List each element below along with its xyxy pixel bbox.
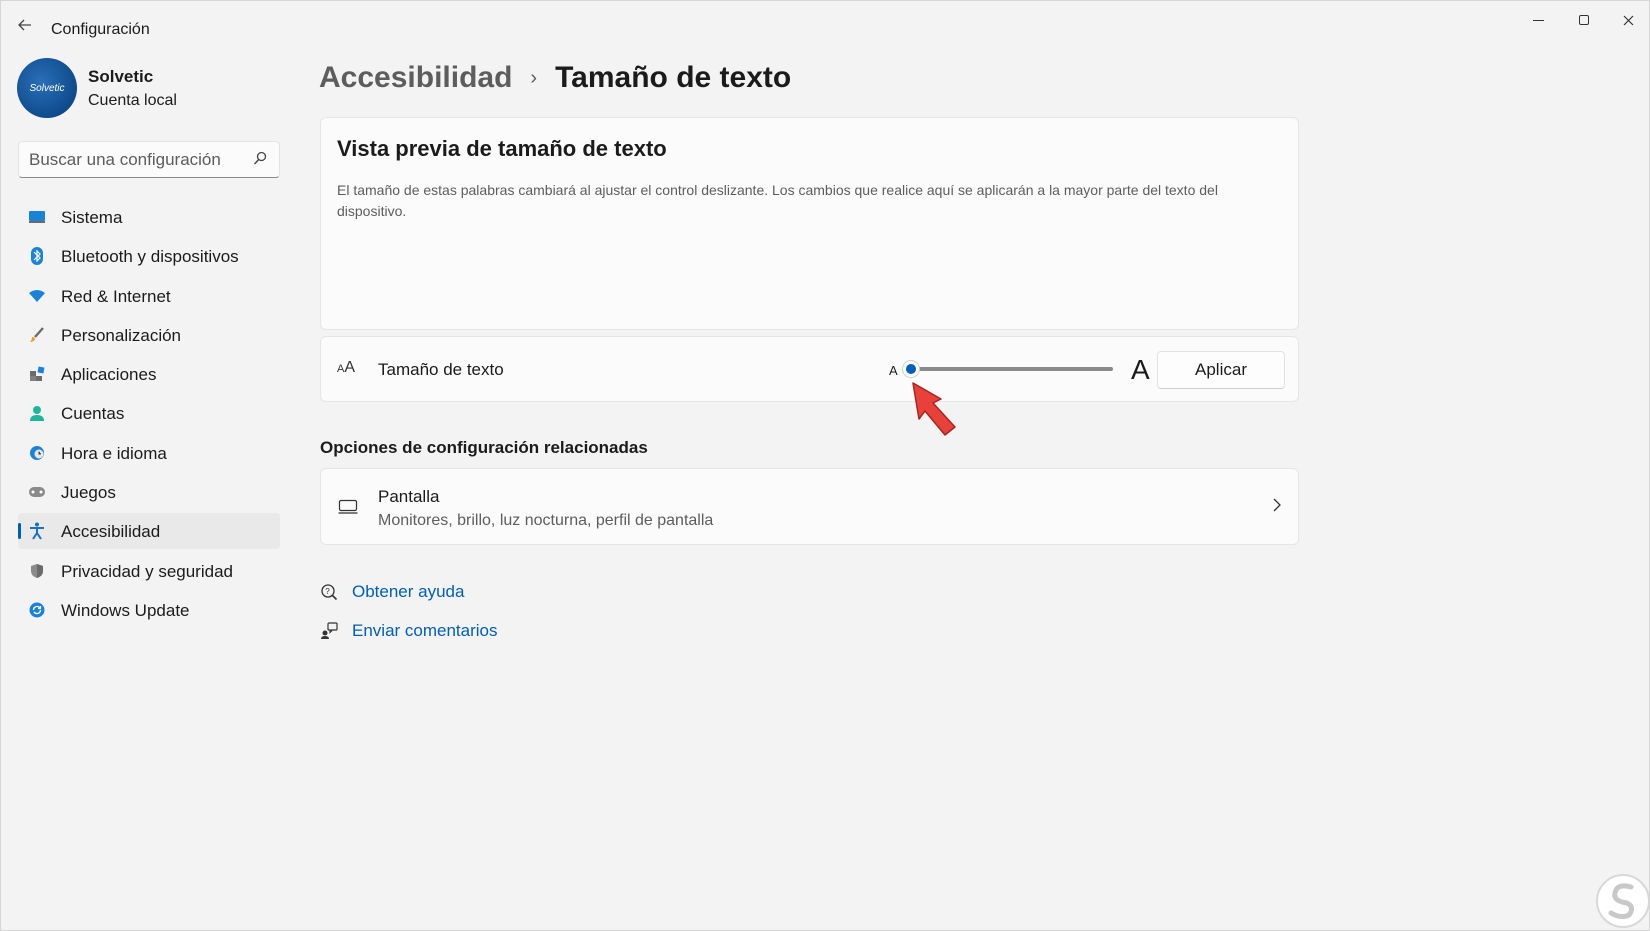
minimize-button[interactable]: [1515, 7, 1561, 33]
sidebar-item-accesibilidad[interactable]: Accesibilidad: [18, 513, 280, 550]
text-size-icon: AA: [337, 359, 356, 376]
display-settings-row[interactable]: Pantalla Monitores, brillo, luz nocturna…: [320, 468, 1299, 545]
sidebar-item-red[interactable]: Red & Internet: [18, 278, 280, 314]
avatar[interactable]: Solvetic: [17, 58, 77, 118]
search-input[interactable]: [29, 149, 249, 171]
maximize-button[interactable]: [1561, 7, 1607, 33]
text-size-card: AA Tamaño de texto A A Aplicar: [320, 336, 1299, 402]
breadcrumb: Accesibilidad › Tamaño de texto: [319, 61, 791, 95]
text-size-label: Tamaño de texto: [378, 360, 504, 379]
slider-max-label: A: [1131, 354, 1150, 385]
sidebar-nav: Sistema Bluetooth y dispositivos Red & I…: [18, 199, 280, 631]
person-icon: [28, 404, 46, 422]
text-preview-card: Vista previa de tamaño de texto El tamañ…: [320, 117, 1299, 330]
send-feedback-label[interactable]: Enviar comentarios: [352, 621, 498, 641]
update-icon: [28, 601, 46, 619]
monitor-icon: [338, 499, 358, 514]
sidebar-item-sistema[interactable]: Sistema: [18, 199, 280, 235]
user-name: Solvetic: [88, 67, 154, 86]
sidebar-item-juegos[interactable]: Juegos: [18, 474, 280, 510]
back-button[interactable]: [11, 13, 39, 37]
sidebar-item-hora[interactable]: Hora e idioma: [18, 435, 280, 471]
display-title: Pantalla: [378, 487, 440, 506]
display-subtitle: Monitores, brillo, luz nocturna, perfil …: [378, 512, 714, 529]
get-help-label[interactable]: Obtener ayuda: [352, 582, 464, 602]
red-arrow-pointer-icon: [912, 382, 956, 436]
sidebar-item-label: Sistema: [61, 208, 123, 227]
apps-icon: [28, 365, 46, 383]
text-size-slider-thumb[interactable]: [902, 360, 920, 378]
svg-text:?: ?: [325, 587, 330, 596]
maximize-icon: [1579, 15, 1589, 25]
minimize-icon: [1532, 19, 1544, 21]
sidebar-item-label: Aplicaciones: [61, 365, 157, 385]
breadcrumb-parent-link[interactable]: Accesibilidad: [319, 61, 512, 95]
settings-window: Configuración Solvetic Solvetic Cuenta l…: [0, 0, 1650, 931]
sidebar-item-windows-update[interactable]: Windows Update: [18, 592, 280, 628]
sidebar-item-cuentas[interactable]: Cuentas: [18, 395, 280, 431]
search-icon[interactable]: [253, 151, 267, 167]
sidebar-item-label: Privacidad y seguridad: [61, 561, 233, 581]
globe-clock-icon: [28, 444, 46, 462]
apply-button[interactable]: Aplicar: [1157, 351, 1285, 389]
sidebar-item-aplicaciones[interactable]: Aplicaciones: [18, 356, 280, 392]
close-button[interactable]: [1605, 7, 1650, 33]
sidebar-item-label: Red & Internet: [61, 286, 171, 306]
bluetooth-icon: [28, 247, 46, 266]
title-bar: Configuración: [1, 1, 1649, 49]
get-help-link[interactable]: ? Obtener ayuda: [320, 582, 464, 602]
watermark-logo-icon: [1596, 874, 1649, 928]
preview-title: Vista previa de tamaño de texto: [337, 136, 667, 161]
system-icon: [28, 208, 46, 226]
close-icon: [1623, 15, 1633, 25]
sidebar-item-label: Juegos: [61, 483, 116, 503]
send-feedback-link[interactable]: Enviar comentarios: [320, 621, 498, 641]
sidebar-item-bluetooth[interactable]: Bluetooth y dispositivos: [18, 238, 280, 274]
sidebar-item-privacidad[interactable]: Privacidad y seguridad: [18, 553, 280, 589]
slider-min-label: A: [889, 363, 898, 378]
sidebar-item-label: Bluetooth y dispositivos: [61, 247, 239, 267]
preview-description: El tamaño de estas palabras cambiará al …: [337, 182, 1218, 219]
sidebar-item-label: Personalización: [61, 325, 182, 345]
feedback-icon: [321, 622, 338, 639]
sidebar-item-label: Accesibilidad: [61, 522, 161, 542]
chevron-right-icon: [1273, 498, 1281, 512]
account-type: Cuenta local: [88, 92, 177, 109]
accessibility-icon: [28, 522, 46, 540]
shield-icon: [28, 562, 46, 580]
search-box[interactable]: [18, 141, 280, 178]
gamepad-icon: [28, 483, 46, 501]
brush-icon: [28, 326, 46, 344]
wifi-icon: [28, 287, 46, 305]
sidebar-item-label: Cuentas: [61, 404, 125, 424]
related-settings-heading: Opciones de configuración relacionadas: [320, 438, 648, 457]
help-icon: ?: [321, 584, 338, 601]
sidebar-item-label: Hora e idioma: [61, 443, 167, 463]
text-size-slider-track[interactable]: [911, 367, 1113, 371]
app-title: Configuración: [51, 21, 150, 38]
back-arrow-icon: [18, 19, 31, 31]
sidebar-item-personalizacion[interactable]: Personalización: [18, 317, 280, 353]
avatar-logo-text: Solvetic: [29, 82, 65, 94]
chevron-right-icon: ›: [530, 66, 538, 89]
page-title: Tamaño de texto: [555, 61, 792, 94]
sidebar-item-label: Windows Update: [61, 600, 190, 620]
